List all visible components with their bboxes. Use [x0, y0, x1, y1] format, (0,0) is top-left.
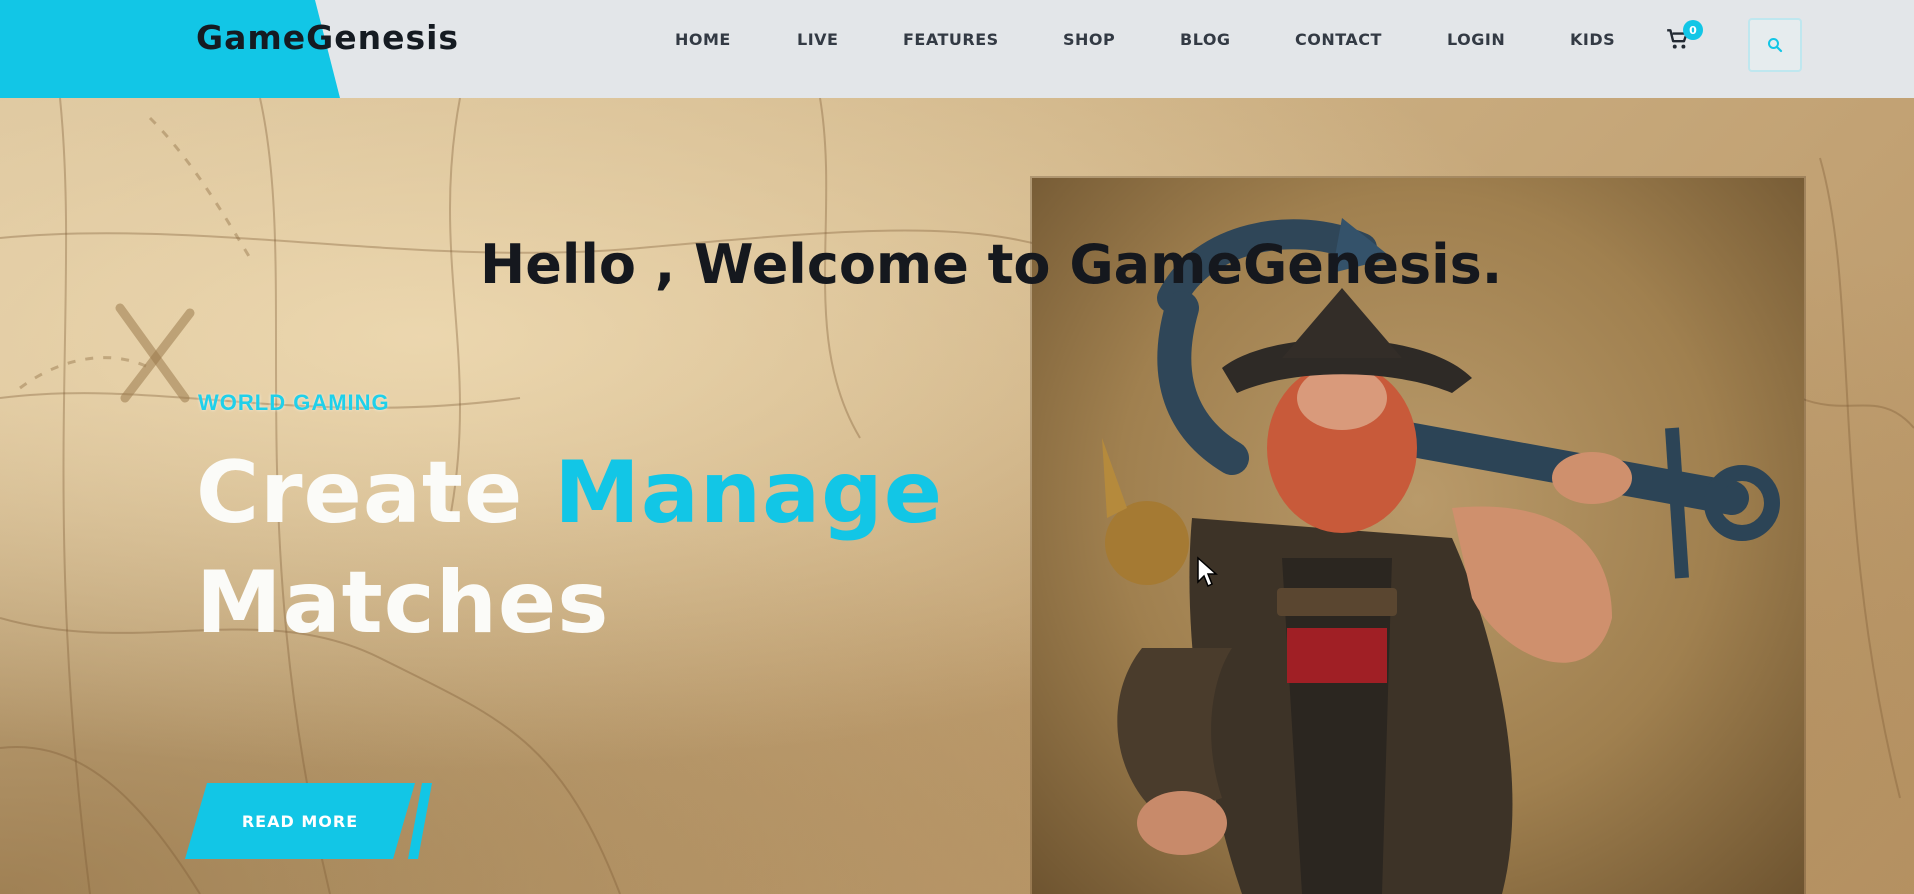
page: GameGenesis HOME LIVE FEATURES SHOP BLOG…: [0, 0, 1914, 894]
headline-word-manage: Manage: [554, 443, 944, 543]
nav-item-live[interactable]: LIVE: [797, 30, 838, 49]
nav-item-shop[interactable]: SHOP: [1063, 30, 1115, 49]
brand-logo[interactable]: GameGenesis: [196, 18, 459, 57]
nav-item-features[interactable]: FEATURES: [903, 30, 999, 49]
nav-item-kids[interactable]: KIDS: [1570, 30, 1615, 49]
search-button[interactable]: [1748, 18, 1802, 72]
nav-item-contact[interactable]: CONTACT: [1295, 30, 1382, 49]
welcome-heading: Hello , Welcome to GameGenesis.: [480, 233, 1503, 296]
cart-count-badge: 0: [1683, 20, 1703, 40]
nav-item-blog[interactable]: BLOG: [1180, 30, 1231, 49]
hero-headline: Create Manage Matches: [196, 438, 943, 658]
navbar: GameGenesis HOME LIVE FEATURES SHOP BLOG…: [0, 0, 1914, 98]
hero-eyebrow: WORLD GAMING: [198, 390, 390, 415]
mouse-cursor-icon: [1197, 556, 1218, 588]
nav-item-home[interactable]: HOME: [675, 30, 731, 49]
hero-section: WORLD GAMING Create Manage Matches READ …: [0, 98, 1914, 894]
read-more-button[interactable]: READ MORE: [185, 783, 415, 859]
cart-button[interactable]: 0: [1665, 20, 1703, 56]
headline-word-create: Create: [196, 443, 524, 543]
headline-word-matches: Matches: [196, 553, 610, 653]
search-icon: [1768, 38, 1783, 53]
nav-item-login[interactable]: LOGIN: [1447, 30, 1505, 49]
